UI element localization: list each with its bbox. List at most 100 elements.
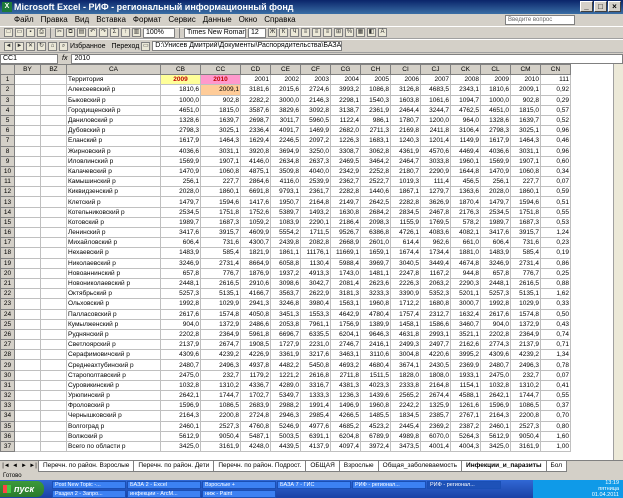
value-cell[interactable]: 2616,5 (510, 277, 541, 290)
value-cell[interactable]: 3126,8 (390, 84, 421, 96)
value-cell[interactable]: 1060,8 (510, 165, 541, 178)
value-cell[interactable]: 2416,1 (360, 339, 391, 351)
cell[interactable] (14, 339, 41, 351)
value-cell[interactable]: 2993,1 (420, 328, 451, 341)
column-header[interactable]: CI (390, 64, 421, 76)
cell[interactable] (40, 145, 67, 157)
territory-cell[interactable]: Новоаннинский р (66, 267, 161, 279)
value-cell[interactable]: 964,0 (450, 114, 481, 127)
value-cell[interactable]: 2063,2 (420, 277, 451, 290)
value-cell[interactable]: 232,7 (510, 369, 541, 381)
value-cell[interactable]: 731,6 (200, 237, 241, 249)
value-cell[interactable]: 3915,7 (200, 226, 241, 239)
value-cell[interactable]: 6789,9 (360, 430, 391, 442)
value-cell[interactable]: 4469,4 (450, 145, 481, 157)
new-icon[interactable]: □ (4, 28, 13, 37)
value-cell[interactable]: 2137,9 (160, 339, 201, 351)
cell[interactable] (40, 216, 67, 229)
select-all-corner[interactable] (0, 64, 15, 76)
value-cell[interactable]: 2202,8 (480, 328, 511, 341)
value-cell[interactable]: 1,60 (540, 430, 571, 442)
value-cell[interactable]: 1469,9 (300, 125, 331, 137)
value-cell[interactable]: 4726,1 (390, 226, 421, 239)
value-cell[interactable]: 2711,8 (330, 369, 361, 381)
align-left-icon[interactable]: ≡ (301, 28, 310, 37)
value-cell[interactable]: 1310,2 (510, 379, 541, 392)
value-cell[interactable]: 2834,5 (390, 206, 421, 218)
value-cell[interactable]: 4289,0 (270, 379, 301, 392)
value-cell[interactable]: 4913,3 (300, 267, 331, 279)
value-cell[interactable]: 0,51 (540, 196, 571, 208)
value-cell[interactable]: 2098,3 (360, 216, 391, 229)
column-header[interactable]: CD (240, 64, 271, 76)
value-cell[interactable]: 4336,7 (240, 379, 271, 392)
value-cell[interactable]: 3390,9 (390, 288, 421, 300)
value-cell[interactable]: 1630,8 (330, 206, 361, 218)
cell[interactable] (40, 440, 67, 453)
value-cell[interactable]: 0,07 (540, 176, 571, 188)
row-header[interactable]: 10 (0, 165, 15, 178)
value-cell[interactable]: 1493,2 (300, 206, 331, 218)
territory-cell[interactable]: Руднянский р (66, 328, 161, 341)
row-header[interactable]: 14 (0, 206, 15, 218)
value-cell[interactable]: 3181,3 (330, 288, 361, 300)
value-cell[interactable]: 2711,3 (360, 125, 391, 137)
value-cell[interactable]: 5961,8 (240, 328, 271, 341)
value-cell[interactable]: 657,8 (160, 267, 201, 279)
value-cell[interactable]: 1639,7 (510, 114, 541, 127)
value-cell[interactable]: 1756,9 (330, 318, 361, 330)
territory-cell[interactable]: Жирновский р (66, 145, 161, 157)
value-cell[interactable]: 0,41 (540, 379, 571, 392)
start-button[interactable]: пуск (0, 481, 44, 497)
value-cell[interactable]: 1674,4 (390, 247, 421, 259)
value-cell[interactable]: 5135,1 (510, 288, 541, 300)
value-cell[interactable]: 1328,6 (480, 114, 511, 127)
cell[interactable] (14, 94, 41, 106)
value-cell[interactable]: 232,7 (200, 369, 241, 381)
value-cell[interactable]: 2480,7 (480, 359, 511, 371)
task-rif-1[interactable]: РИФ - регионал... (352, 480, 426, 489)
territory-cell[interactable]: Алексеевский р (66, 84, 161, 96)
value-cell[interactable]: 5487,1 (240, 430, 271, 442)
cell[interactable] (14, 216, 41, 229)
value-cell[interactable]: 2369,9 (450, 359, 481, 371)
value-cell[interactable]: 1032,8 (480, 379, 511, 392)
value-cell[interactable]: 1712,2 (390, 298, 421, 310)
cell[interactable] (40, 226, 67, 239)
row-header[interactable]: 18 (0, 247, 15, 259)
cell[interactable] (40, 94, 67, 106)
value-cell[interactable]: 2496,3 (200, 359, 241, 371)
cell[interactable] (40, 84, 67, 96)
value-cell[interactable]: 1029,9 (200, 298, 241, 310)
value-cell[interactable]: 0,34 (540, 165, 571, 178)
value-cell[interactable]: 2290,3 (450, 277, 481, 290)
value-cell[interactable]: 1757,4 (390, 308, 421, 320)
value-cell[interactable]: 3031,1 (200, 145, 241, 157)
value-cell[interactable]: 0,88 (540, 277, 571, 290)
value-cell[interactable]: 3000,0 (270, 94, 301, 106)
cell[interactable] (14, 176, 41, 188)
value-cell[interactable]: 1933,1 (450, 369, 481, 381)
value-cell[interactable]: 5003,5 (270, 430, 301, 442)
value-cell[interactable]: 5988,4 (330, 257, 361, 269)
value-cell[interactable]: 1594,6 (510, 196, 541, 208)
value-cell[interactable]: 1574,8 (510, 308, 541, 320)
task-baza7-gis[interactable]: БАЗА 7 - ГИС (277, 480, 351, 489)
row-header[interactable]: 21 (0, 277, 15, 290)
value-cell[interactable]: 1711,5 (300, 226, 331, 239)
row-header[interactable]: 31 (0, 379, 15, 392)
value-cell[interactable]: 0,74 (540, 328, 571, 341)
goto-button[interactable]: Переход (111, 43, 139, 50)
value-cell[interactable]: 578,2 (450, 216, 481, 229)
value-cell[interactable]: 3361,9 (270, 349, 301, 361)
territory-cell[interactable]: Среднеахтубинский р (66, 359, 161, 371)
value-cell[interactable]: 1019,3 (390, 176, 421, 188)
value-cell[interactable]: 0,25 (540, 267, 571, 279)
value-cell[interactable]: 0,80 (540, 420, 571, 432)
value-cell[interactable]: 0,52 (540, 114, 571, 127)
value-cell[interactable]: 614,4 (390, 237, 421, 249)
value-cell[interactable]: 3062,8 (360, 145, 391, 157)
value-cell[interactable]: 4137,9 (300, 440, 331, 453)
value-cell[interactable]: 2601,0 (360, 237, 391, 249)
header-cell[interactable]: 111 (540, 74, 571, 86)
